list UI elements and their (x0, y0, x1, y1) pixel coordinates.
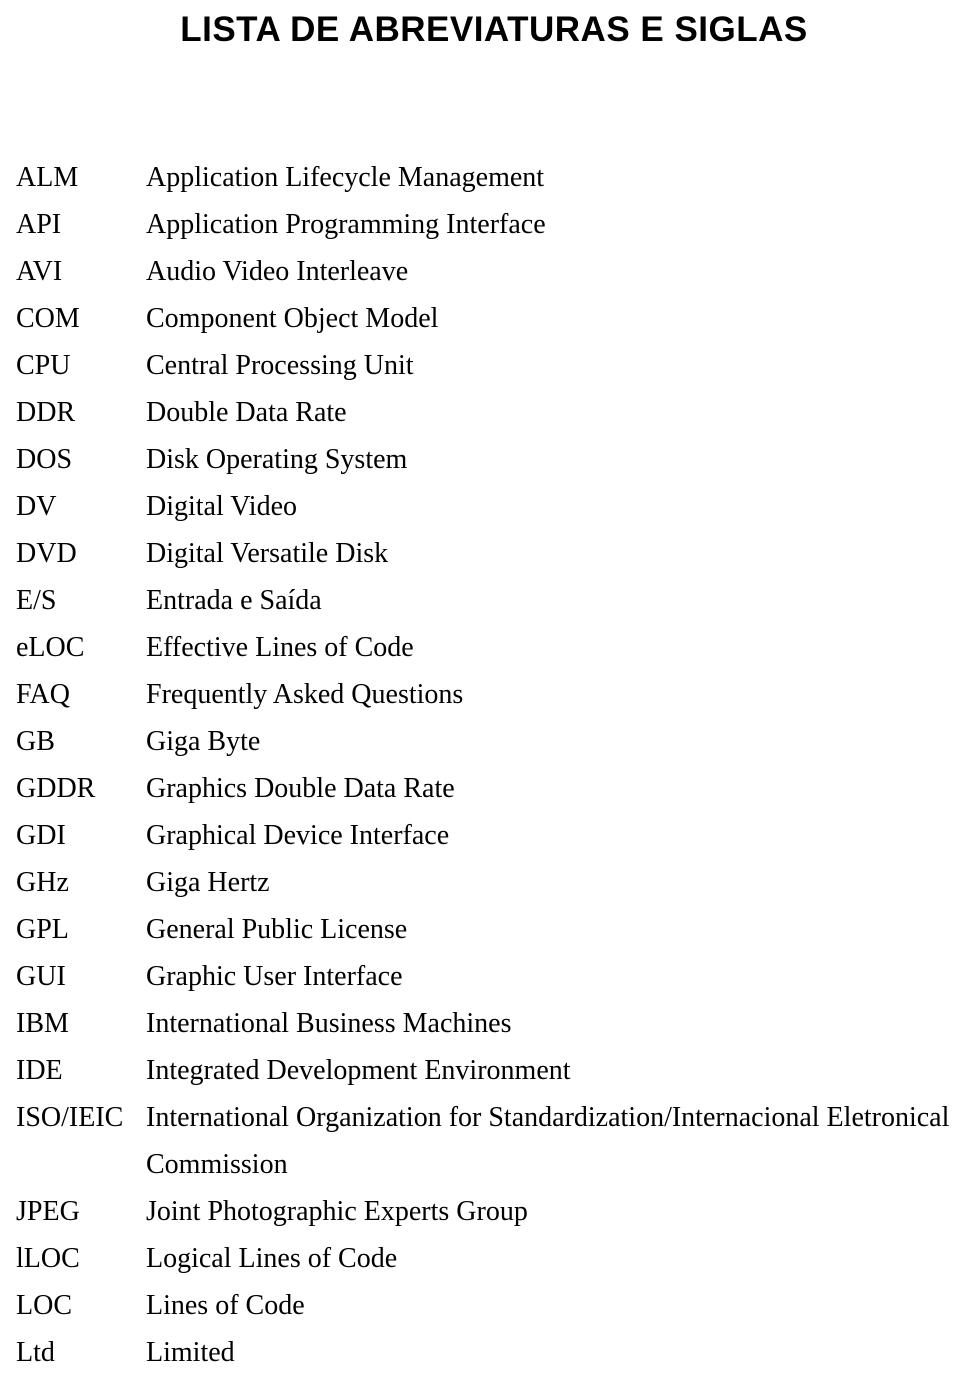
abbreviation-row: COM Component Object Model (8, 295, 952, 342)
abbreviation-term: DV (16, 491, 57, 522)
abbreviation-definition: International Business Machines (146, 1008, 512, 1039)
abbreviation-row: ALM Application Lifecycle Management (8, 154, 952, 201)
abbreviation-term: CPU (16, 350, 71, 381)
abbreviation-definition: Lines of Code (146, 1290, 305, 1321)
abbreviation-definition: Digital Versatile Disk (146, 538, 389, 569)
abbreviation-row: CPU Central Processing Unit (8, 342, 952, 389)
abbreviation-term: COM (16, 303, 80, 334)
abbreviation-definition: Effective Lines of Code (146, 632, 414, 663)
abbreviation-row: LOC Lines of Code (8, 1282, 952, 1329)
abbreviation-row: DDR Double Data Rate (8, 389, 952, 436)
abbreviation-row: eLOC Effective Lines of Code (8, 624, 952, 671)
abbreviation-list: ALM Application Lifecycle Management API Ap… (0, 154, 960, 1376)
abbreviation-row: FAQ Frequently Asked Questions (8, 671, 952, 718)
abbreviation-row: GDDR Graphics Double Data Rate (8, 765, 952, 812)
abbreviation-term: E/S (16, 585, 57, 616)
abbreviation-term: GDI (16, 820, 66, 851)
abbreviation-definition: Central Processing Unit (146, 350, 414, 381)
abbreviation-definition: Disk Operating System (146, 444, 408, 475)
abbreviation-definition: Limited (146, 1337, 235, 1368)
abbreviation-term: API (16, 209, 62, 240)
abbreviation-term: FAQ (16, 679, 70, 710)
abbreviation-term: JPEG (16, 1196, 80, 1227)
abbreviation-row: Ltd Limited (8, 1329, 952, 1376)
abbreviation-row: DOS Disk Operating System (8, 436, 952, 483)
page-title: LISTA DE ABREVIATURAS E SIGLAS (180, 10, 808, 49)
abbreviation-definition: Graphic User Interface (146, 961, 403, 992)
abbreviation-definition: Frequently Asked Questions (146, 679, 464, 710)
abbreviation-definition: General Public License (146, 914, 408, 945)
abbreviation-definition: Integrated Development Environment (146, 1055, 571, 1086)
abbreviation-term: AVI (16, 256, 63, 287)
abbreviation-row: IBM International Business Machines (8, 1000, 952, 1047)
abbreviation-definition: Component Object Model (146, 303, 439, 334)
abbreviation-term: lLOC (16, 1243, 80, 1274)
abbreviation-row: GUI Graphic User Interface (8, 953, 952, 1000)
abbreviation-definition: Application Lifecycle Management (146, 162, 545, 193)
abbreviation-definition: Audio Video Interleave (146, 256, 409, 287)
abbreviation-definition: International Organization for Standardi… (146, 1102, 950, 1180)
abbreviation-term: DVD (16, 538, 77, 569)
abbreviation-term: DDR (16, 397, 76, 428)
abbreviation-term: eLOC (16, 632, 85, 663)
abbreviation-definition: Giga Byte (146, 726, 261, 757)
abbreviation-term: IBM (16, 1008, 69, 1039)
abbreviation-row: GPL General Public License (8, 906, 952, 953)
abbreviation-row: lLOC Logical Lines of Code (8, 1235, 952, 1282)
abbreviation-term: ALM (16, 162, 79, 193)
abbreviation-definition: Logical Lines of Code (146, 1243, 398, 1274)
abbreviation-row: JPEG Joint Photographic Experts Group (8, 1188, 952, 1235)
abbreviation-term: GDDR (16, 773, 96, 804)
abbreviation-row: AVI Audio Video Interleave (8, 248, 952, 295)
abbreviation-term: GUI (16, 961, 66, 992)
abbreviation-term: GPL (16, 914, 69, 945)
abbreviation-row: ISO/IEIC International Organization for S… (8, 1094, 952, 1188)
abbreviation-definition: Graphics Double Data Rate (146, 773, 455, 804)
document-page: LISTA DE ABREVIATURAS E SIGLAS ALM Applic… (0, 0, 960, 1376)
abbreviation-term: ISO/IEIC (16, 1102, 124, 1133)
abbreviation-definition: Digital Video (146, 491, 298, 522)
abbreviation-term: Ltd (16, 1337, 55, 1368)
abbreviation-row: GDI Graphical Device Interface (8, 812, 952, 859)
abbreviation-definition: Giga Hertz (146, 867, 270, 898)
abbreviation-definition: Application Programming Interface (146, 209, 546, 240)
abbreviation-term: IDE (16, 1055, 63, 1086)
abbreviation-definition: Double Data Rate (146, 397, 347, 428)
abbreviation-term: GB (16, 726, 55, 757)
abbreviation-row: IDE Integrated Development Environment (8, 1047, 952, 1094)
abbreviation-definition: Entrada e Saída (146, 585, 322, 616)
abbreviation-row: GB Giga Byte (8, 718, 952, 765)
abbreviation-definition: Graphical Device Interface (146, 820, 450, 851)
abbreviation-row: DV Digital Video (8, 483, 952, 530)
abbreviation-definition: Joint Photographic Experts Group (146, 1196, 528, 1227)
abbreviation-term: DOS (16, 444, 73, 475)
abbreviation-row: E/S Entrada e Saída (8, 577, 952, 624)
abbreviation-term: LOC (16, 1290, 72, 1321)
abbreviation-row: GHz Giga Hertz (8, 859, 952, 906)
abbreviation-term: GHz (16, 867, 69, 898)
abbreviation-row: DVD Digital Versatile Disk (8, 530, 952, 577)
abbreviation-row: API Application Programming Interface (8, 201, 952, 248)
